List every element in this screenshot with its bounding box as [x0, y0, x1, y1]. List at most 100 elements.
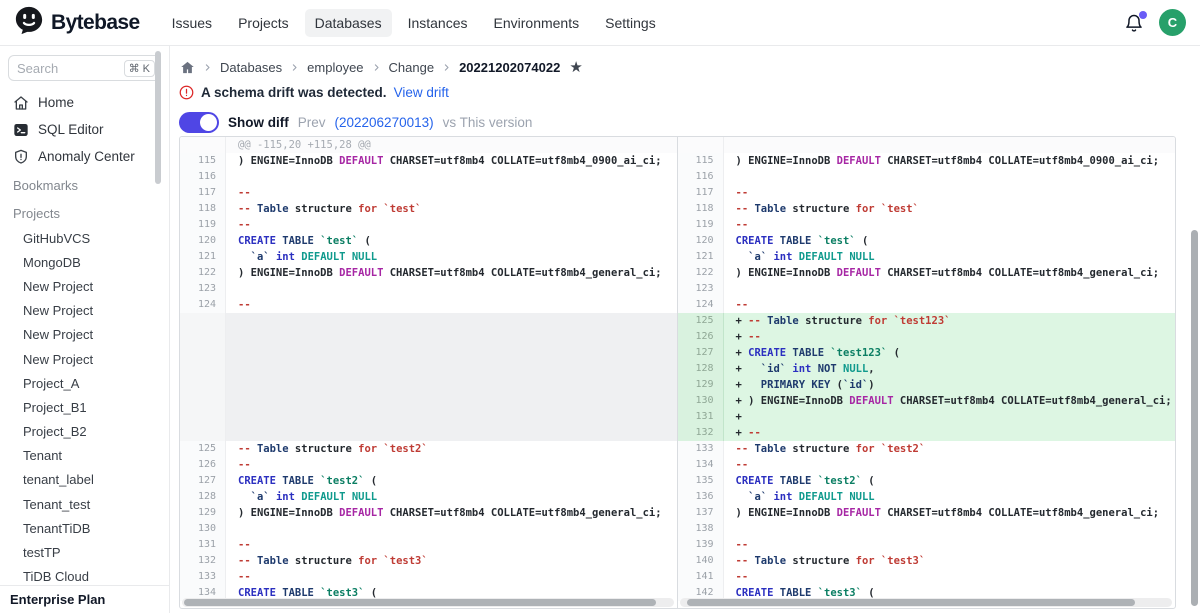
- line-number: 121: [678, 249, 724, 265]
- sidebar-project-project-a[interactable]: Project_A: [0, 371, 169, 395]
- sidebar-scrollbar[interactable]: [155, 51, 161, 184]
- sidebar-project-tenant-test[interactable]: Tenant_test: [0, 492, 169, 516]
- home-icon[interactable]: [180, 60, 195, 75]
- notification-dot: [1139, 11, 1147, 19]
- nav-item-projects[interactable]: Projects: [228, 9, 299, 37]
- code-line: --: [226, 457, 677, 473]
- bytebase-logo[interactable]: Bytebase: [0, 5, 140, 40]
- view-drift-link[interactable]: View drift: [394, 85, 449, 100]
- diff-row: 136 `a` int DEFAULT NULL: [678, 489, 1176, 505]
- show-diff-toggle[interactable]: [179, 112, 219, 133]
- line-number: 130: [678, 393, 724, 409]
- diff-row: 122) ENGINE=InnoDB DEFAULT CHARSET=utf8m…: [180, 265, 677, 281]
- sidebar-project-project-b2[interactable]: Project_B2: [0, 420, 169, 444]
- nav-item-settings[interactable]: Settings: [595, 9, 666, 37]
- diff-row: 129) ENGINE=InnoDB DEFAULT CHARSET=utf8m…: [180, 505, 677, 521]
- line-number: 129: [678, 377, 724, 393]
- sidebar-item-home[interactable]: Home: [0, 89, 169, 116]
- search-input[interactable]: Search ⌘ K: [8, 55, 161, 81]
- code-line: + `id` int NOT NULL,: [724, 361, 1176, 377]
- nav-item-instances[interactable]: Instances: [398, 9, 478, 37]
- code-line: --: [724, 297, 1176, 313]
- terminal-icon: [13, 122, 29, 138]
- diff-row: 133--: [180, 569, 677, 585]
- diff-row: 119--: [180, 217, 677, 233]
- diff-row: 138: [678, 521, 1176, 537]
- sidebar-project-mongodb[interactable]: MongoDB: [0, 250, 169, 274]
- diff-row: 128+ `id` int NOT NULL,: [678, 361, 1176, 377]
- alert-text: A schema drift was detected.: [201, 85, 387, 100]
- diff-row: 141--: [678, 569, 1176, 585]
- code-line: ) ENGINE=InnoDB DEFAULT CHARSET=utf8mb4 …: [226, 153, 677, 169]
- sidebar-project-new-project-3[interactable]: New Project: [0, 299, 169, 323]
- line-number: 124: [180, 297, 226, 313]
- diff-row: 120CREATE TABLE `test` (: [180, 233, 677, 249]
- diff-row: 117--: [678, 185, 1176, 201]
- sidebar-item-sql-editor[interactable]: SQL Editor: [0, 116, 169, 143]
- star-icon[interactable]: ★: [569, 60, 582, 75]
- line-number: [678, 137, 724, 153]
- sidebar-item-anomaly-center[interactable]: Anomaly Center: [0, 143, 169, 170]
- code-line: CREATE TABLE `test2` (: [724, 473, 1176, 489]
- breadcrumb-item-databases[interactable]: Databases: [220, 60, 282, 75]
- line-number: 125: [180, 441, 226, 457]
- line-number: 123: [678, 281, 724, 297]
- notification-bell-icon[interactable]: [1124, 13, 1144, 33]
- sidebar-project-project-b1[interactable]: Project_B1: [0, 395, 169, 419]
- main-nav: IssuesProjectsDatabasesInstancesEnvironm…: [162, 9, 666, 37]
- code-line: -- Table structure for `test3`: [226, 553, 677, 569]
- code-line: --: [724, 185, 1176, 201]
- line-number: [180, 313, 226, 441]
- prev-version-link[interactable]: (202206270013): [335, 115, 434, 130]
- chevron-right-icon: [372, 63, 381, 72]
- diff-row: 124--: [678, 297, 1176, 313]
- code-line: +: [724, 409, 1176, 425]
- breadcrumb-item-employee[interactable]: employee: [307, 60, 363, 75]
- line-number: 115: [678, 153, 724, 169]
- sidebar-project-testtp[interactable]: testTP: [0, 540, 169, 564]
- line-number: 122: [678, 265, 724, 281]
- line-number: 141: [678, 569, 724, 585]
- right-pane-hscrollbar-track[interactable]: [680, 598, 1173, 607]
- line-number: 132: [678, 425, 724, 441]
- diff-pane-current: 115 ) ENGINE=InnoDB DEFAULT CHARSET=utf8m…: [678, 137, 1176, 608]
- sidebar-project-new-project-2[interactable]: New Project: [0, 274, 169, 298]
- diff-row: 131--: [180, 537, 677, 553]
- diff-row: 117--: [180, 185, 677, 201]
- sidebar-project-tenant[interactable]: Tenant: [0, 444, 169, 468]
- window-scrollbar[interactable]: [1191, 230, 1198, 606]
- sidebar-project-new-project-5[interactable]: New Project: [0, 347, 169, 371]
- avatar[interactable]: C: [1159, 9, 1186, 36]
- code-line: -- Table structure for `test`: [226, 201, 677, 217]
- code-line: ) ENGINE=InnoDB DEFAULT CHARSET=utf8mb4 …: [226, 505, 677, 521]
- top-navbar: Bytebase IssuesProjectsDatabasesInstance…: [0, 0, 1200, 46]
- code-line: --: [226, 217, 677, 233]
- line-number: 139: [678, 537, 724, 553]
- sidebar-project-new-project-4[interactable]: New Project: [0, 323, 169, 347]
- sidebar-project-tenant-label[interactable]: tenant_label: [0, 468, 169, 492]
- line-number: 125: [678, 313, 724, 329]
- sidebar-project-tenanttidb[interactable]: TenantTiDB: [0, 516, 169, 540]
- sidebar-project-githubvcs[interactable]: GitHubVCS: [0, 226, 169, 250]
- left-pane-hscrollbar-thumb[interactable]: [184, 599, 656, 606]
- diff-row: 125+ -- Table structure for `test123`: [678, 313, 1176, 329]
- diff-row: 123: [678, 281, 1176, 297]
- line-number: 136: [678, 489, 724, 505]
- breadcrumb-item-20221202074022[interactable]: 20221202074022: [459, 60, 560, 75]
- line-number: 118: [678, 201, 724, 217]
- diff-row: 120CREATE TABLE `test` (: [678, 233, 1176, 249]
- diff-row: 123: [180, 281, 677, 297]
- right-pane-hscrollbar-thumb[interactable]: [687, 599, 1135, 606]
- nav-item-environments[interactable]: Environments: [484, 9, 590, 37]
- code-line: ) ENGINE=InnoDB DEFAULT CHARSET=utf8mb4 …: [724, 505, 1176, 521]
- code-line: --: [226, 297, 677, 313]
- alert-icon: [179, 85, 194, 100]
- nav-item-issues[interactable]: Issues: [162, 9, 222, 37]
- code-line: --: [724, 537, 1176, 553]
- left-pane-hscrollbar-track[interactable]: [182, 598, 674, 607]
- code-line: --: [226, 537, 677, 553]
- nav-item-databases[interactable]: Databases: [305, 9, 392, 37]
- code-line: `a` int DEFAULT NULL: [226, 489, 677, 505]
- code-line: ) ENGINE=InnoDB DEFAULT CHARSET=utf8mb4 …: [724, 265, 1176, 281]
- breadcrumb-item-change[interactable]: Change: [389, 60, 435, 75]
